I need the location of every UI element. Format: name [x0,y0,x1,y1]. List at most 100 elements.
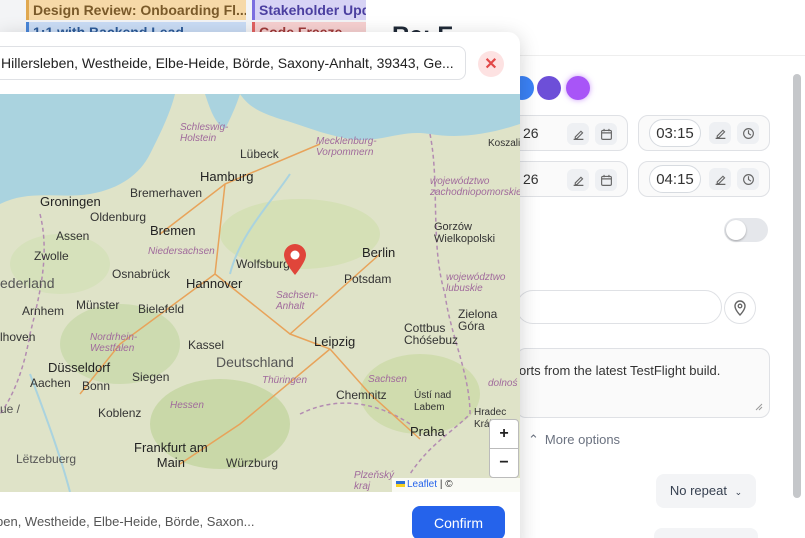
map-marker-icon[interactable] [282,244,308,276]
description-textarea[interactable]: orts from the latest TestFlight build. [516,348,770,418]
close-icon: ✕ [484,56,498,73]
map-label-city: Bonn [82,379,111,393]
close-button[interactable]: ✕ [478,51,504,77]
map-label-city: Leipzig [314,334,356,349]
map-label-city: Oldenburg [90,210,147,224]
map-label-city: Bremerhaven [130,186,203,200]
start-time-field[interactable]: 03:15 [638,115,770,151]
map-label-city: Kassel [188,338,225,352]
map-label-city: Aachen [30,376,71,390]
clock-icon[interactable] [737,122,759,144]
end-time-field[interactable]: 04:15 [638,161,770,197]
map-label-city: Zielona Góra [458,307,498,333]
map-label-region: Sachsen [368,374,407,385]
clock-icon[interactable] [737,168,759,190]
map-label-city: Osnabrück [112,267,171,281]
selected-address: ben, Westheide, Elbe-Heide, Börde, Saxon… [0,514,255,529]
location-picker-modal: Hillersleben, Westheide, Elbe-Heide, Bör… [0,32,520,538]
ukraine-flag-icon [396,481,405,488]
map-pin-button[interactable] [724,292,756,324]
map-label-country: ue / [0,402,21,416]
map-attribution: Leaflet | © OpenStreetMap [392,478,520,492]
edit-icon[interactable] [567,169,589,191]
map-label-region: Thüringen [262,375,308,386]
calendar-icon[interactable] [595,123,617,145]
map-label-region: Plzeňský kraj [354,470,395,492]
screen: Design Review: Onboarding Fl... Stakehol… [0,0,805,538]
start-time-value[interactable]: 03:15 [649,119,701,147]
edit-icon[interactable] [709,122,731,144]
map-label-city: Berlin [362,245,396,260]
zoom-out-button[interactable]: − [489,448,519,478]
panel-scrollbar[interactable] [793,74,801,498]
toggle-knob [726,220,746,240]
map-label-city: Praha [410,424,445,439]
address-search-value: Hillersleben, Westheide, Elbe-Heide, Bör… [1,55,454,71]
leaflet-link[interactable]: Leaflet [407,479,437,490]
map-view[interactable]: Schleswig- Holstein Lübeck Mecklenburg- … [0,94,520,492]
color-swatch[interactable] [566,76,590,100]
map-label-region: dolnoś [488,378,518,389]
map-label-city: Assen [56,229,90,243]
map-label-city: Siegen [132,370,170,384]
map-label-city: Münster [76,298,120,312]
map-label-city: Koszali [488,138,520,149]
map-label-city: Bremen [150,223,196,238]
map-label-city: Cottbus Chóśebuz [404,321,459,347]
map-label-city: Chemnitz [336,388,387,402]
map-label-region: Hessen [170,400,204,411]
color-swatch[interactable] [537,76,561,100]
map-label-region: Niedersachsen [148,246,215,257]
zoom-in-label: + [499,425,509,442]
edit-icon[interactable] [709,168,731,190]
resize-handle-icon[interactable] [755,403,763,411]
zoom-in-button[interactable]: + [489,419,519,449]
map-label-city: Groningen [40,194,101,209]
end-date-field[interactable]: 26 [506,161,628,197]
map-label-city: Düsseldorf [48,360,111,375]
map-label-region: Mecklenburg- Vorpommern [316,136,377,158]
map-label-region: Nordrhein- Westfalen [90,332,138,354]
map-label-city: Hannover [186,276,243,291]
map-label-city: Koblenz [98,406,142,420]
map-label-region: Schleswig- Holstein [180,122,229,144]
map-label-region: województwo zachodniopomorskie [430,176,520,198]
end-date-value: 26 [523,171,539,187]
map-label-city: Hamburg [200,169,254,184]
repeat-value: No repeat [669,483,727,498]
map-label-region: województwo lubuskie [446,272,506,294]
calendar-event[interactable]: Stakeholder Upd [252,0,370,20]
map-label-country: Lëtzebuerg [16,452,77,466]
end-time-value[interactable]: 04:15 [649,165,701,193]
edit-icon[interactable] [567,123,589,145]
map-label-country: Deutschland [216,354,294,370]
location-input[interactable] [516,290,722,324]
repeat-select[interactable]: No repeat ⌄ [656,474,756,508]
map-label-country: ederland [0,275,55,291]
map-label-city: Zwolle [34,249,69,263]
map-label-region: Sachsen- Anhalt [276,290,319,312]
map-label-city: Bielefeld [138,302,185,316]
next-control[interactable] [654,528,758,538]
map-label-city: Arnhem [22,304,65,318]
description-text: orts from the latest TestFlight build. [519,363,721,378]
confirm-button[interactable]: Confirm [412,506,505,538]
calendar-event[interactable]: Design Review: Onboarding Fl... [26,0,246,20]
map-label-city: Potsdam [344,272,392,286]
more-options-label: More options [544,432,621,447]
map-label-city: Würzburg [226,456,279,470]
chevron-up-icon: ⌃ [528,432,539,447]
more-options-toggle[interactable]: ⌃ More options [528,432,620,448]
start-date-field[interactable]: 26 [506,115,628,151]
zoom-out-label: − [499,454,509,471]
map-label-city: Gorzów Wielkopolski [434,221,496,245]
chevron-down-icon: ⌄ [734,487,743,497]
all-day-toggle[interactable] [724,218,768,242]
calendar-icon[interactable] [595,169,617,191]
start-date-value: 26 [523,125,539,141]
map-pin-icon [734,300,746,316]
map-label-city: Frankfurt am Main [134,440,208,470]
map-label-city: Lübeck [240,147,279,161]
address-search-input[interactable]: Hillersleben, Westheide, Elbe-Heide, Bör… [0,46,466,80]
map-label-city: lhoven [0,330,36,344]
